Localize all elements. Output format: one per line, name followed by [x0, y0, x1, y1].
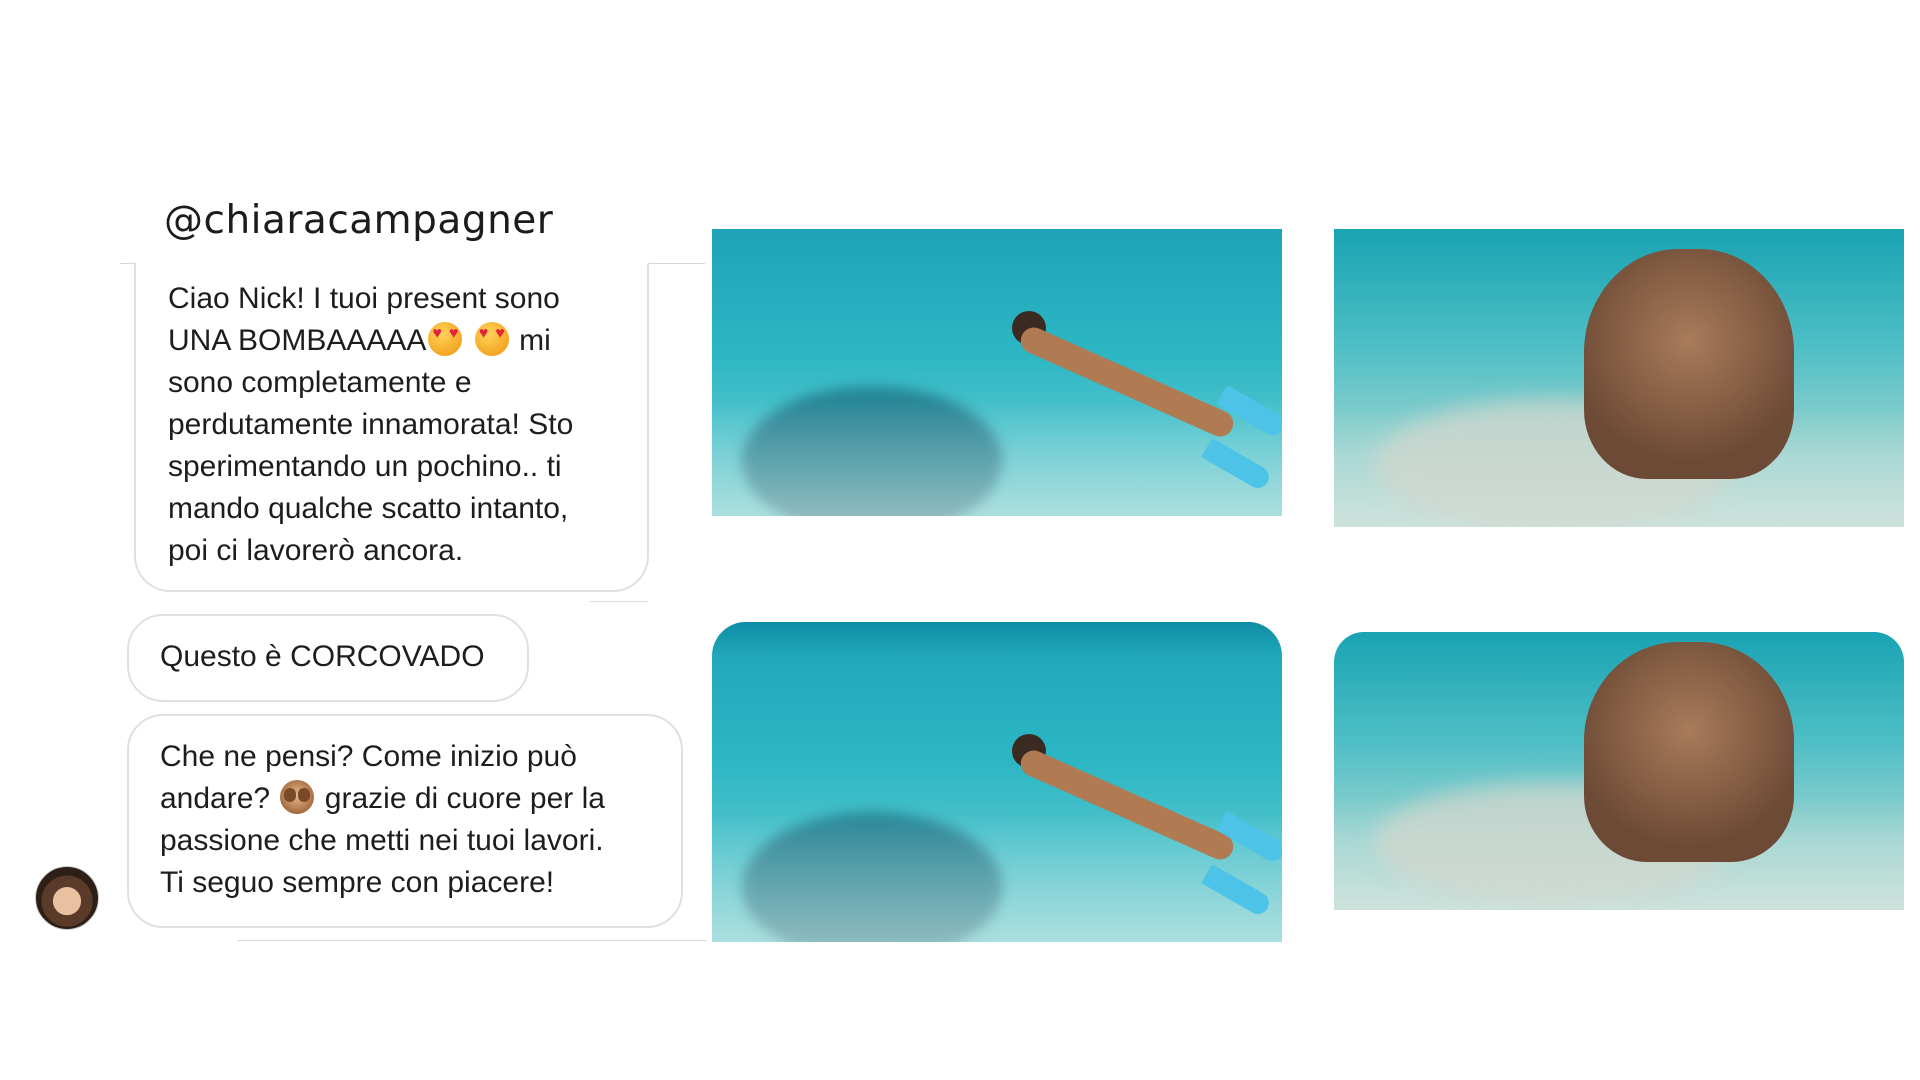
message-line: mando qualche scatto intanto,	[168, 492, 569, 525]
message-line: sono completamente e	[168, 366, 472, 399]
thread-divider	[237, 940, 707, 941]
message-line: Che ne pensi? Come inizio può	[160, 740, 577, 773]
message-line: sperimentando un pochino.. ti	[168, 450, 562, 483]
message-line: UNA BOMBAAAAA mi	[168, 320, 617, 362]
message-line: poi ci lavorerò ancora.	[168, 534, 464, 567]
avatar[interactable]	[35, 866, 99, 930]
message-line: perdutamente innamorata! Sto	[168, 408, 574, 441]
photo-snorkeler-after[interactable]	[712, 622, 1282, 942]
photo-couple-before[interactable]	[1334, 229, 1904, 527]
photo-snorkeler-before[interactable]	[712, 229, 1282, 516]
see-no-evil-monkey-icon	[280, 780, 315, 814]
couple-figure	[1584, 249, 1794, 479]
water-surface	[712, 622, 1282, 656]
message-line-part: mi	[519, 324, 551, 357]
heart-eyes-emoji-icon	[428, 322, 463, 356]
message-line: Ti seguo sempre con piacere!	[160, 866, 555, 899]
message-bubble[interactable]: Ciao Nick! I tuoi present sono UNA BOMBA…	[134, 262, 649, 592]
message-line: andare? grazie di cuore per la	[160, 778, 651, 820]
photo-couple-after[interactable]	[1334, 632, 1904, 910]
message-line-part: andare?	[160, 782, 271, 815]
message-line-part: grazie di cuore per la	[324, 782, 605, 815]
message-line-part: UNA BOMBAAAAA	[168, 324, 427, 357]
profile-handle[interactable]: @chiaracampagner	[164, 198, 553, 243]
message-line: Ciao Nick! I tuoi present sono	[168, 282, 560, 315]
message-bubble[interactable]: Che ne pensi? Come inizio può andare? gr…	[127, 714, 683, 928]
message-divider	[590, 601, 648, 602]
message-bubble[interactable]: Questo è CORCOVADO	[127, 614, 529, 702]
message-line: Questo è CORCOVADO	[160, 640, 485, 673]
heart-eyes-emoji-icon	[474, 322, 509, 356]
couple-figure	[1584, 642, 1794, 862]
message-line: passione che metti nei tuoi lavori.	[160, 824, 604, 857]
